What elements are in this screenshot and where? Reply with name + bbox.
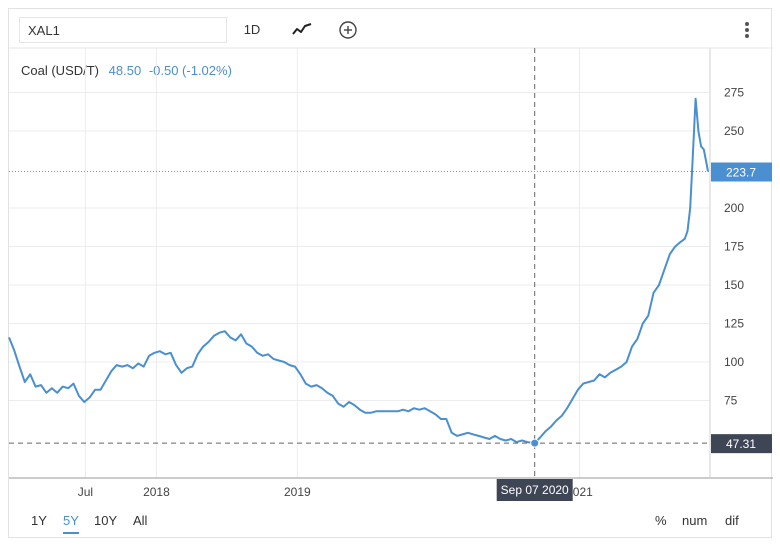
range-5y-button[interactable]: 5Y [63, 513, 79, 534]
range-all-button[interactable]: All [133, 513, 147, 528]
legend-name: Coal (USD/T) [21, 63, 100, 78]
legend-value: 48.50 [108, 63, 142, 78]
plus-circle-icon[interactable] [337, 17, 359, 43]
mode-num-button[interactable]: num [682, 513, 707, 528]
chart-toolbar: 1D [9, 9, 771, 49]
interval-button[interactable]: 1D [237, 17, 267, 43]
mode-dif-button[interactable]: dif [725, 513, 739, 528]
range-10y-button[interactable]: 10Y [94, 513, 117, 528]
chart-widget: 1D Coal (USD/T) 48.50 -0.50 (-1.02%) [8, 8, 772, 538]
range-1y-button[interactable]: 1Y [31, 513, 47, 528]
range-selector: 1Y 5Y 10Y All % num dif [9, 509, 771, 537]
legend-change: -0.50 (-1.02%) [148, 63, 232, 78]
chart-legend: Coal (USD/T) 48.50 -0.50 (-1.02%) [21, 63, 232, 78]
kebab-menu-icon[interactable] [739, 17, 755, 43]
mode-percent-button[interactable]: % [655, 513, 667, 528]
line-chart-icon[interactable] [287, 17, 317, 43]
symbol-input[interactable] [19, 17, 227, 43]
